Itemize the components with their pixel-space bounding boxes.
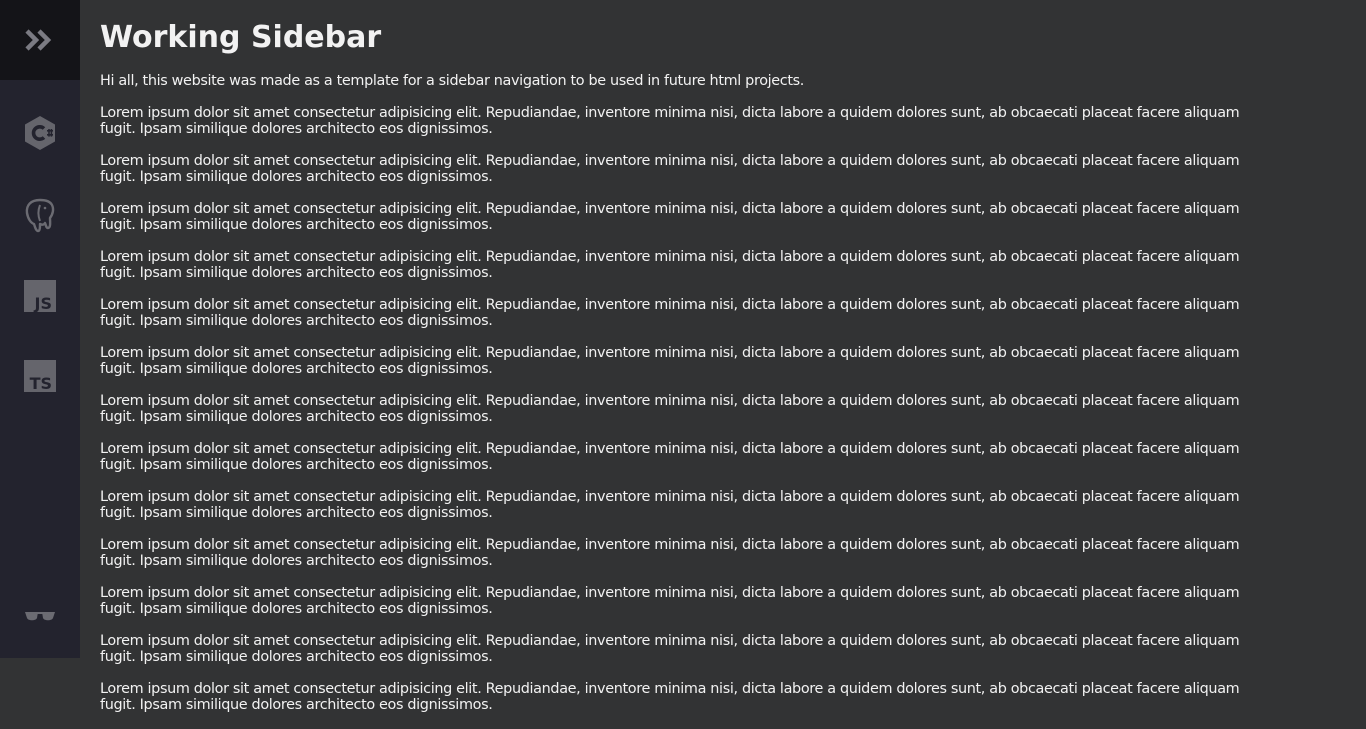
lorem-paragraph: Lorem ipsum dolor sit amet consectetur a… <box>100 105 1346 137</box>
paragraph-line: Lorem ipsum dolor sit amet consectetur a… <box>100 489 1240 505</box>
lorem-paragraph: Lorem ipsum dolor sit amet consectetur a… <box>100 633 1346 665</box>
paragraph-line: Lorem ipsum dolor sit amet consectetur a… <box>100 345 1240 361</box>
paragraph-line: Lorem ipsum dolor sit amet consectetur a… <box>100 441 1240 457</box>
paragraph-line: Lorem ipsum dolor sit amet consectetur a… <box>100 105 1240 121</box>
paragraph-line: fugit. Ipsam similique dolores architect… <box>100 217 493 233</box>
svg-text:TS: TS <box>30 374 52 393</box>
paragraph-line: Lorem ipsum dolor sit amet consectetur a… <box>100 201 1240 217</box>
lorem-paragraph: Lorem ipsum dolor sit amet consectetur a… <box>100 201 1346 233</box>
double-chevron-right-icon <box>25 29 52 51</box>
lorem-paragraph: Lorem ipsum dolor sit amet consectetur a… <box>100 585 1346 617</box>
paragraph-line: Lorem ipsum dolor sit amet consectetur a… <box>100 537 1240 553</box>
javascript-icon: JS <box>24 280 56 313</box>
lorem-paragraph: Lorem ipsum dolor sit amet consectetur a… <box>100 249 1346 281</box>
lorem-paragraph: Lorem ipsum dolor sit amet consectetur a… <box>100 393 1346 425</box>
paragraph-line: Lorem ipsum dolor sit amet consectetur a… <box>100 249 1240 265</box>
lorem-paragraph: Lorem ipsum dolor sit amet consectetur a… <box>100 681 1346 713</box>
paragraph-line: fugit. Ipsam similique dolores architect… <box>100 649 493 665</box>
main-content: Working Sidebar Hi all, this website was… <box>100 0 1346 729</box>
postgresql-elephant-icon <box>25 198 55 233</box>
paragraph-line: Lorem ipsum dolor sit amet consectetur a… <box>100 153 1240 169</box>
lorem-paragraph: Lorem ipsum dolor sit amet consectetur a… <box>100 345 1346 377</box>
paragraph-line: Lorem ipsum dolor sit amet consectetur a… <box>100 297 1240 313</box>
paragraph-line: fugit. Ipsam similique dolores architect… <box>100 313 493 329</box>
lorem-paragraph: Lorem ipsum dolor sit amet consectetur a… <box>100 489 1346 521</box>
sunglasses-icon <box>25 612 55 621</box>
paragraph-line: fugit. Ipsam similique dolores architect… <box>100 601 493 617</box>
paragraph-list: Lorem ipsum dolor sit amet consectetur a… <box>100 105 1346 713</box>
lorem-paragraph: Lorem ipsum dolor sit amet consectetur a… <box>100 537 1346 569</box>
paragraph-line: Lorem ipsum dolor sit amet consectetur a… <box>100 585 1240 601</box>
csharp-icon <box>25 116 55 150</box>
intro-text: Hi all, this website was made as a templ… <box>100 73 805 89</box>
lorem-paragraph: Lorem ipsum dolor sit amet consectetur a… <box>100 441 1346 473</box>
paragraph-line: fugit. Ipsam similique dolores architect… <box>100 169 493 185</box>
paragraph-line: fugit. Ipsam similique dolores architect… <box>100 553 493 569</box>
page-title: Working Sidebar <box>100 20 382 55</box>
lorem-paragraph: Lorem ipsum dolor sit amet consectetur a… <box>100 153 1346 185</box>
paragraph-line: Lorem ipsum dolor sit amet consectetur a… <box>100 681 1240 697</box>
paragraph-line: Lorem ipsum dolor sit amet consectetur a… <box>100 393 1240 409</box>
sidebar-item-typescript[interactable]: TS <box>0 336 80 416</box>
sidebar-item-postgresql[interactable] <box>0 175 80 255</box>
paragraph-line: fugit. Ipsam similique dolores architect… <box>100 697 493 713</box>
sidebar-item-theme[interactable] <box>0 576 80 656</box>
typescript-icon: TS <box>24 360 56 393</box>
svg-text:JS: JS <box>34 294 52 313</box>
paragraph-line: fugit. Ipsam similique dolores architect… <box>100 457 493 473</box>
paragraph-line: fugit. Ipsam similique dolores architect… <box>100 361 493 377</box>
sidebar-item-csharp[interactable] <box>0 93 80 173</box>
sidebar: JS TS <box>0 0 80 658</box>
paragraph-line: Lorem ipsum dolor sit amet consectetur a… <box>100 633 1240 649</box>
paragraph-line: fugit. Ipsam similique dolores architect… <box>100 121 493 137</box>
paragraph-line: fugit. Ipsam similique dolores architect… <box>100 505 493 521</box>
paragraph-line: fugit. Ipsam similique dolores architect… <box>100 409 493 425</box>
sidebar-toggle[interactable] <box>0 0 80 80</box>
lorem-paragraph: Lorem ipsum dolor sit amet consectetur a… <box>100 297 1346 329</box>
sidebar-item-javascript[interactable]: JS <box>0 256 80 336</box>
paragraph-line: fugit. Ipsam similique dolores architect… <box>100 265 493 281</box>
